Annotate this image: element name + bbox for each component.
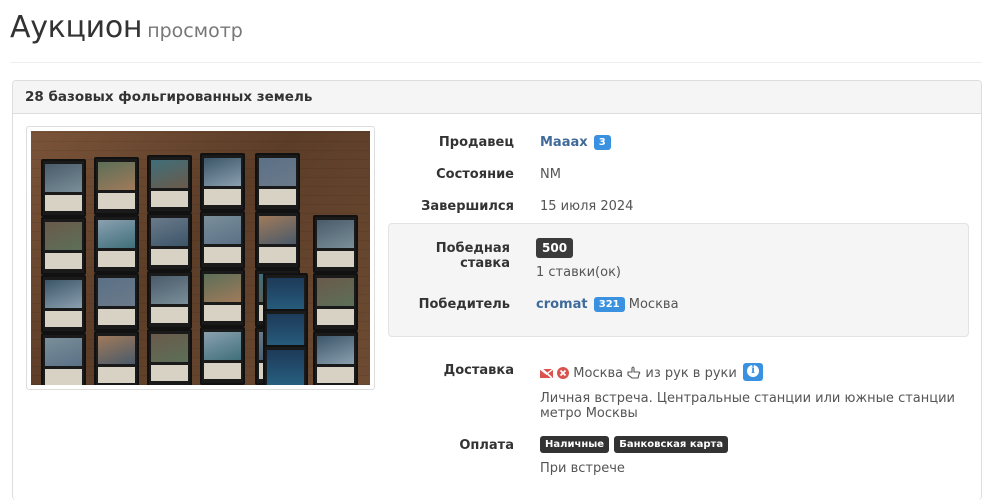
land-card [94,157,139,215]
payment-label: Оплата [459,438,514,453]
bids-count: 1 ставки(ок) [536,265,622,280]
winning-bid-badge: 500 [536,238,574,258]
land-card [313,273,358,331]
ended-value: 15 июля 2024 [540,199,634,214]
page-subtitle: просмотр [147,20,243,42]
delivery-note: Личная встреча. Центральные станции или … [540,391,955,421]
page-title: Аукцион [10,10,143,45]
winner-rating-badge[interactable]: 321 [593,297,625,312]
seller-info: Maaax 3 [540,135,611,150]
page-header: Аукцион просмотр [10,10,982,63]
seller-label: Продавец [438,135,514,150]
ended-label: Завершился [421,199,514,214]
land-card [200,327,245,385]
payment-tag-cash: Наличные [540,436,610,453]
winner-link[interactable]: cromat [536,297,588,312]
land-card [94,215,139,273]
seller-rating-badge[interactable]: 3 [593,135,611,150]
payment-note: При встрече [540,461,625,476]
land-card [41,333,86,385]
delete-circle-icon [557,367,570,383]
land-card [147,155,192,213]
land-card [200,153,245,211]
payment-methods: Наличные Банковская карта [540,436,729,453]
land-card [200,211,245,269]
land-card [263,345,308,385]
condition-value: NM [540,167,561,182]
hand-pointer-icon [627,366,641,383]
winner-city: Москва [628,297,679,312]
lot-photo[interactable] [31,131,370,385]
land-card [94,273,139,331]
land-card [255,153,300,211]
land-card [41,275,86,333]
mail-crossed-icon [539,367,554,383]
lot-title: 28 базовых фольгированных земель [13,81,981,114]
info-icon[interactable]: i [742,363,763,381]
delivery-city: Москва [573,366,624,381]
delivery-method: из рук в руки [645,366,737,381]
land-card [41,217,86,275]
delivery-label: Доставка [443,363,514,378]
land-card [255,211,300,269]
land-card [200,269,245,327]
lot-photo-thumbnail[interactable] [26,126,375,390]
seller-link[interactable]: Maaax [540,135,588,150]
land-card [94,331,139,385]
land-card [313,331,358,385]
payment-tag-card: Банковская карта [614,436,729,453]
delivery-options: Москва из рук в руки i [539,363,763,383]
winner-info: cromat 321 Москва [536,297,679,312]
winning-bid-label: Победная ставка [435,241,510,271]
winning-bid-amount: 500 [536,238,574,258]
condition-label: Состояние [436,167,514,182]
land-card [313,215,358,273]
winner-label: Победитель [418,297,510,312]
land-card [41,159,86,217]
lot-panel: 28 базовых фольгированных земель Продаве… [12,80,982,500]
land-card [147,271,192,329]
land-card [147,213,192,271]
land-card [147,329,192,385]
